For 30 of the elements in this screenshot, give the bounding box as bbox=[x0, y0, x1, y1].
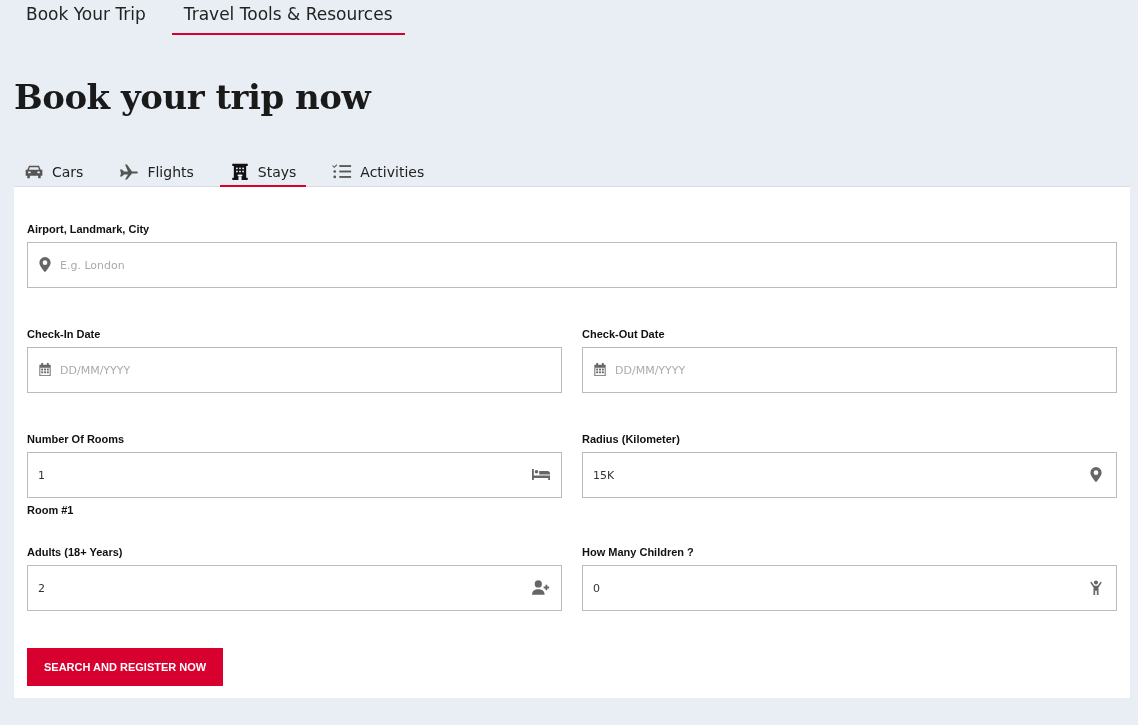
field-label: Radius (Kilometer) bbox=[582, 433, 681, 445]
category-tab[interactable]: Activities bbox=[322, 163, 435, 187]
category-tab[interactable]: Flights bbox=[109, 163, 204, 187]
input-field[interactable]: 1 bbox=[27, 452, 562, 498]
input-field[interactable]: 15K bbox=[582, 452, 1117, 498]
category-tab[interactable]: Cars bbox=[14, 163, 94, 187]
checklist-icon bbox=[332, 163, 353, 180]
plane-icon bbox=[119, 163, 140, 180]
user-plus-icon bbox=[532, 580, 550, 595]
field-label: Airport, Landmark, City bbox=[27, 223, 151, 235]
car-icon bbox=[24, 163, 44, 180]
section-heading: Room #1 bbox=[27, 504, 75, 516]
field-label: Number Of Rooms bbox=[27, 433, 126, 445]
building-icon bbox=[229, 163, 250, 180]
input-field[interactable]: 0 bbox=[582, 565, 1117, 611]
child-icon bbox=[1087, 580, 1105, 595]
input-field[interactable]: DD/MM/YYYY bbox=[27, 347, 562, 393]
input-field[interactable]: E.g. London bbox=[27, 242, 1117, 288]
search-button[interactable]: SEARCH AND REGISTER NOW bbox=[27, 648, 224, 686]
field-label: Check-In Date bbox=[27, 328, 102, 340]
page-heading: Book your trip now bbox=[14, 77, 373, 117]
field-label: How Many Children ? bbox=[582, 546, 695, 558]
nav-link[interactable]: Book Your Trip bbox=[26, 0, 146, 35]
input-field[interactable]: DD/MM/YYYY bbox=[582, 347, 1117, 393]
bed-icon bbox=[532, 467, 550, 482]
field-label: Adults (18+ Years) bbox=[27, 546, 124, 558]
location-pin-icon bbox=[1087, 467, 1105, 482]
nav-link[interactable]: Travel Tools & Resources bbox=[171, 0, 405, 35]
field-label: Check-Out Date bbox=[582, 328, 666, 340]
input-field[interactable]: 2 bbox=[27, 565, 562, 611]
